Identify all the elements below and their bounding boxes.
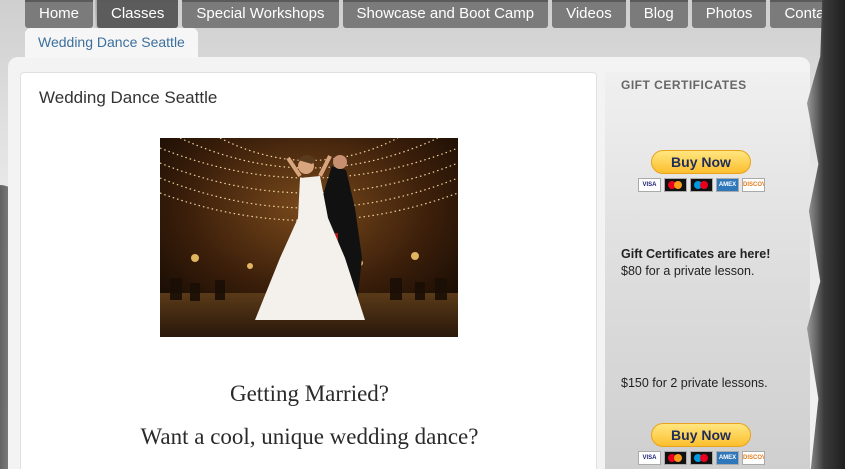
right-tree-silhouette xyxy=(807,0,845,469)
unique-wedding-dance-heading: Want a cool, unique wedding dance? xyxy=(140,424,479,449)
discover-card-icon: DISCOVER xyxy=(742,178,765,192)
buy-now-button-2[interactable]: Buy Now xyxy=(651,423,751,447)
gift-certificates-here: Gift Certificates are here! xyxy=(621,247,771,261)
amex-card-icon: AMEX xyxy=(716,178,739,192)
nav-showcase-boot-camp[interactable]: Showcase and Boot Camp xyxy=(342,0,549,28)
page-title: Wedding Dance Seattle xyxy=(39,88,218,107)
nav-blog[interactable]: Blog xyxy=(629,0,688,28)
payment-cards: VISA AMEX DISCOVER xyxy=(638,178,765,192)
nav-photos[interactable]: Photos xyxy=(691,0,767,28)
subnav-wedding-dance-seattle[interactable]: Wedding Dance Seattle xyxy=(25,28,198,58)
sidebar: GIFT CERTIFICATES Buy Now VISA AMEX DISC… xyxy=(605,72,810,469)
nav-home[interactable]: Home xyxy=(25,0,94,28)
visa-card-icon: VISA xyxy=(638,451,661,465)
main-content: Wedding Dance Seattle Getting Married? W… xyxy=(20,72,597,469)
maestro-icon xyxy=(690,178,713,192)
wedding-dance-photo xyxy=(160,138,458,337)
visa-card-icon: VISA xyxy=(638,178,661,192)
nav-classes[interactable]: Classes xyxy=(97,0,179,28)
nav-special-workshops[interactable]: Special Workshops xyxy=(182,0,339,28)
mastercard-icon xyxy=(664,451,687,465)
price-private-lesson: $80 for a private lesson. xyxy=(621,264,755,278)
gift-certificates-heading: GIFT CERTIFICATES xyxy=(621,78,747,92)
paypal-buy-now-1: Buy Now VISA AMEX DISCOVER xyxy=(638,150,765,196)
discover-card-icon: DISCOVER xyxy=(742,451,765,465)
payment-cards-2: VISA AMEX DISCOVER xyxy=(638,451,765,465)
price-two-lessons: $150 for 2 private lessons. xyxy=(621,376,768,390)
mastercard-icon xyxy=(664,178,687,192)
nav-videos[interactable]: Videos xyxy=(552,0,626,28)
main-navigation: Home Classes Special Workshops Showcase … xyxy=(25,0,845,28)
paypal-buy-now-2: Buy Now VISA AMEX DISCOVER xyxy=(638,423,765,469)
buy-now-button[interactable]: Buy Now xyxy=(651,150,751,174)
getting-married-heading: Getting Married? xyxy=(229,381,390,406)
amex-card-icon: AMEX xyxy=(716,451,739,465)
maestro-icon xyxy=(690,451,713,465)
